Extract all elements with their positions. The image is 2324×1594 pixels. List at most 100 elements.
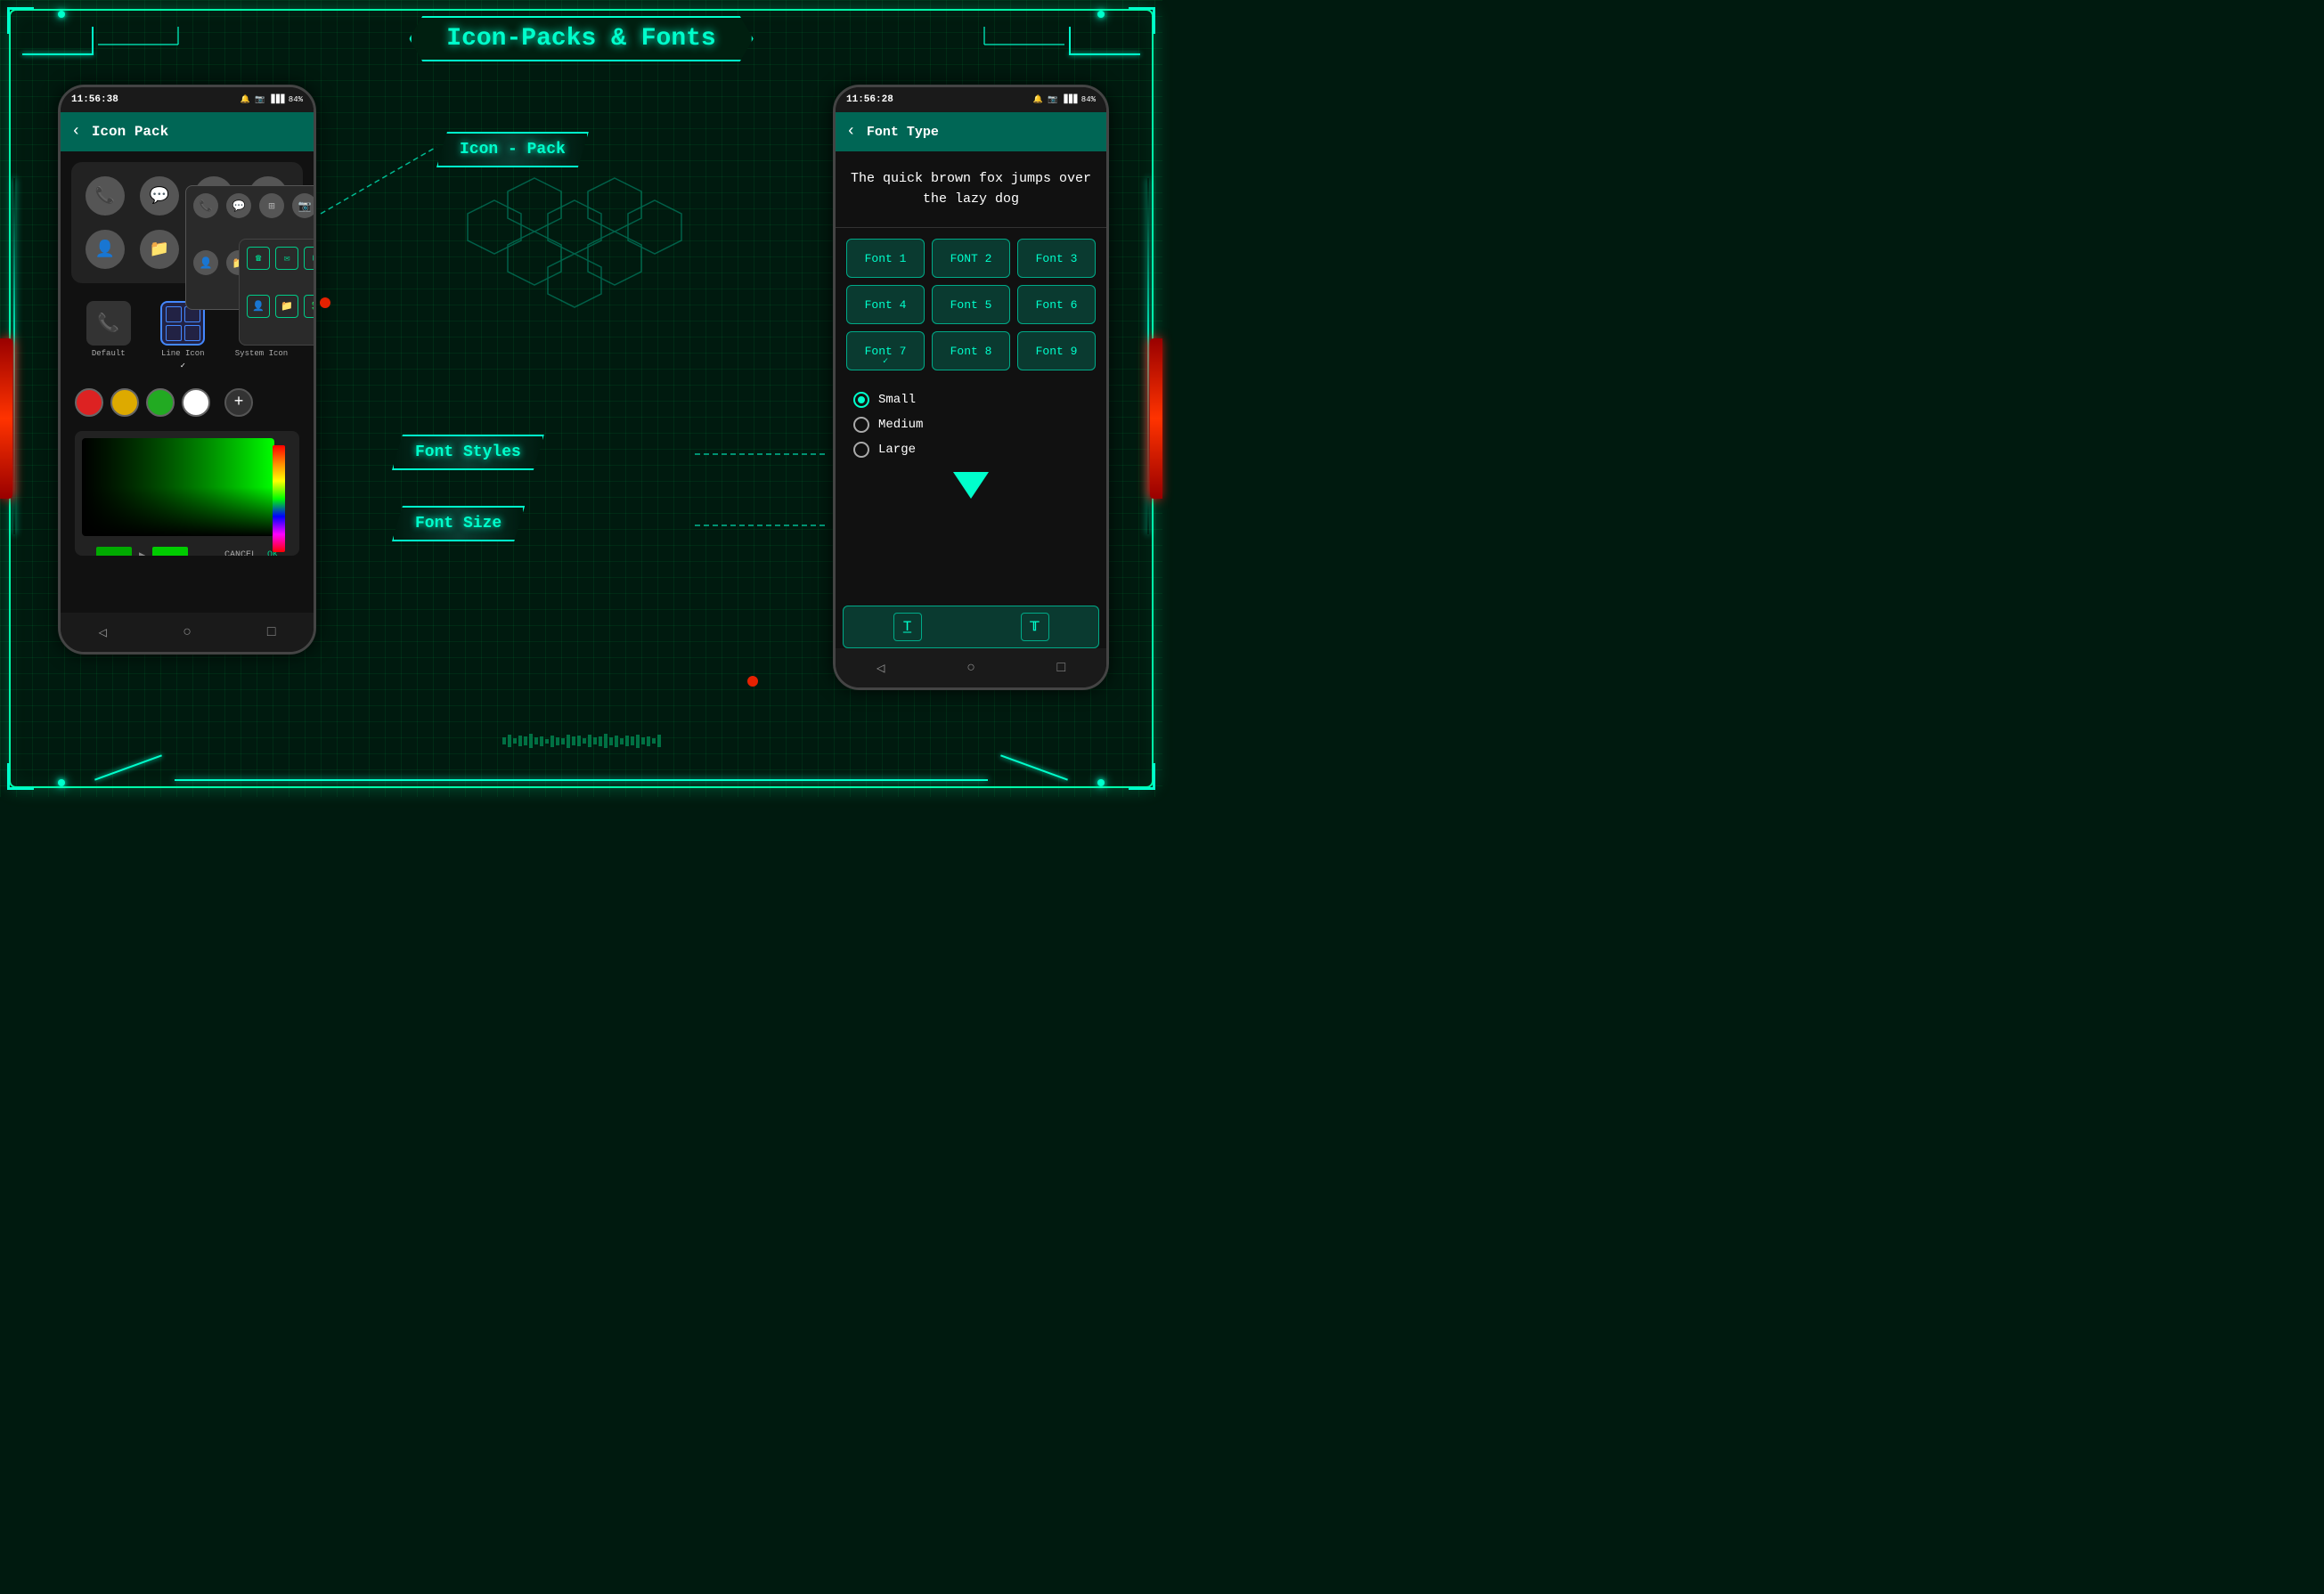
line-check: ✓ <box>181 362 185 370</box>
bottom-bar <box>175 779 989 781</box>
nav-home-right[interactable]: ○ <box>966 660 975 676</box>
default-label: Default <box>92 349 126 358</box>
battery-right: 84% <box>1081 95 1096 104</box>
circuit-tr <box>1069 53 1140 55</box>
font-size-options: Small Medium Large <box>836 381 1106 468</box>
font-btn-1[interactable]: Font 1 <box>846 239 925 278</box>
icon-contact[interactable]: 👤 <box>86 230 125 269</box>
app-title-left: Icon Pack <box>92 124 168 140</box>
font-btn-2[interactable]: FONT 2 <box>932 239 1010 278</box>
color-yellow[interactable] <box>110 388 139 417</box>
gradient-picker[interactable] <box>82 438 274 536</box>
picker-buttons: CANCEL OK <box>224 550 278 557</box>
side-glow-right <box>1147 178 1149 534</box>
signal-right: ▊▊▊ <box>1064 95 1079 104</box>
icon-option-default[interactable]: 📞 Default <box>86 301 131 370</box>
toolbar-text-icon[interactable]: T̲ <box>893 613 922 641</box>
font-btn-6[interactable]: Font 6 <box>1017 285 1096 324</box>
pop-msg: 💬 <box>226 193 251 218</box>
app-title-right: Font Type <box>867 125 939 140</box>
font-styles-label-text: Font Styles <box>415 443 521 461</box>
glow-dot-2 <box>1097 11 1105 18</box>
radio-large-label: Large <box>878 443 916 457</box>
bottom-toolbar-right: T̲ 𝕋 <box>843 606 1099 648</box>
color-red[interactable] <box>75 388 103 417</box>
font-btn-3[interactable]: Font 3 <box>1017 239 1096 278</box>
side-glow-left <box>13 178 15 534</box>
back-button-left[interactable]: ‹ <box>71 123 81 141</box>
cancel-button[interactable]: CANCEL <box>224 550 257 557</box>
font-size-indicator <box>850 472 1092 499</box>
font-grid: Font 1 FONT 2 Font 3 Font 4 Font 5 Font … <box>836 228 1106 381</box>
color-picker-area: ▶ CANCEL OK <box>75 431 299 556</box>
green-phone: ☎ <box>247 247 270 270</box>
line-icon-1 <box>166 306 182 322</box>
radio-medium-label: Medium <box>878 418 923 432</box>
glow-dot-3 <box>58 779 65 786</box>
triangle-icon <box>953 472 989 499</box>
icon-option-line[interactable]: Line Icon ✓ <box>160 301 205 370</box>
app-bar-right: ‹ Font Type <box>836 112 1106 151</box>
font-size-label-text: Font Size <box>415 515 501 533</box>
label-icon-pack: Icon - Pack <box>436 132 589 167</box>
label-font-size: Font Size <box>392 506 525 541</box>
line-icon-3 <box>166 325 182 341</box>
icon-message[interactable]: 💬 <box>140 176 179 216</box>
color-add-button[interactable]: + <box>224 388 253 417</box>
radio-small-circle <box>853 392 869 408</box>
bottom-nav-left: ◁ ○ □ <box>61 613 314 652</box>
icon-phone[interactable]: 📞 <box>86 176 125 216</box>
time-right: 11:56:28 <box>846 94 893 105</box>
radio-large-circle <box>853 442 869 458</box>
phone-left: 11:56:38 🔔 📷 ▊▊▊ 84% ‹ Icon Pack 📞 💬 ⊞ 📷… <box>58 85 316 655</box>
green-cash: 💲 <box>304 295 316 318</box>
bottom-nav-right: ◁ ○ □ <box>836 648 1106 687</box>
color-green[interactable] <box>146 388 175 417</box>
font-btn-8[interactable]: Font 8 <box>932 331 1010 370</box>
signal-left: ▊▊▊ <box>272 95 286 104</box>
nav-home[interactable]: ○ <box>183 624 192 640</box>
time-left: 11:56:38 <box>71 94 118 105</box>
icon-folder[interactable]: 📁 <box>140 230 179 269</box>
green-grid: ⊞ <box>304 247 316 270</box>
toolbar-font-icon[interactable]: 𝕋 <box>1021 613 1049 641</box>
line-icon-4 <box>184 325 200 341</box>
nav-back[interactable]: ◁ <box>99 623 108 641</box>
pop-user: 👤 <box>193 250 218 275</box>
color-circles: + <box>61 381 314 424</box>
nav-recents-right[interactable]: □ <box>1057 660 1066 676</box>
notification-icons-right: 🔔 📷 <box>1033 95 1058 104</box>
popup-green-icons: ☎ ✉ ⊞ 📷 👤 📁 💲 🕐 <box>239 239 316 346</box>
battery-left: 84% <box>289 95 303 104</box>
radio-medium[interactable]: Medium <box>853 417 1089 433</box>
font-btn-4[interactable]: Font 4 <box>846 285 925 324</box>
font-btn-5[interactable]: Font 5 <box>932 285 1010 324</box>
icon-pack-label-text: Icon - Pack <box>460 141 566 159</box>
default-icon: 📞 <box>97 312 119 335</box>
red-left-bar <box>0 338 12 499</box>
font-btn-9[interactable]: Font 9 <box>1017 331 1096 370</box>
glow-dot-1 <box>58 11 65 18</box>
nav-recents[interactable]: □ <box>267 624 276 640</box>
font-btn-7[interactable]: Font 7 <box>846 331 925 370</box>
corner-tl <box>7 7 34 34</box>
radio-small[interactable]: Small <box>853 392 1089 408</box>
color-picker-main[interactable] <box>82 438 292 536</box>
glow-dot-4 <box>1097 779 1105 786</box>
radio-medium-circle <box>853 417 869 433</box>
status-bar-left: 11:56:38 🔔 📷 ▊▊▊ 84% <box>61 87 314 112</box>
icon-option-box-default[interactable]: 📞 <box>86 301 131 346</box>
corner-bl <box>7 763 34 790</box>
app-title: Icon-Packs & Fonts <box>446 25 715 53</box>
preview-text: The quick brown fox jumps over the lazy … <box>851 171 1091 207</box>
color-spectrum[interactable] <box>273 445 285 552</box>
color-white[interactable] <box>182 388 210 417</box>
radio-large[interactable]: Large <box>853 442 1089 458</box>
green-user: 👤 <box>247 295 270 318</box>
back-button-right[interactable]: ‹ <box>846 123 856 141</box>
label-font-styles: Font Styles <box>392 435 544 470</box>
phone-right: 11:56:28 🔔 📷 ▊▊▊ 84% ‹ Font Type The qui… <box>833 85 1109 690</box>
nav-back-right[interactable]: ◁ <box>877 659 885 677</box>
title-banner: Icon-Packs & Fonts <box>409 16 753 61</box>
red-right-bar <box>1150 338 1162 499</box>
